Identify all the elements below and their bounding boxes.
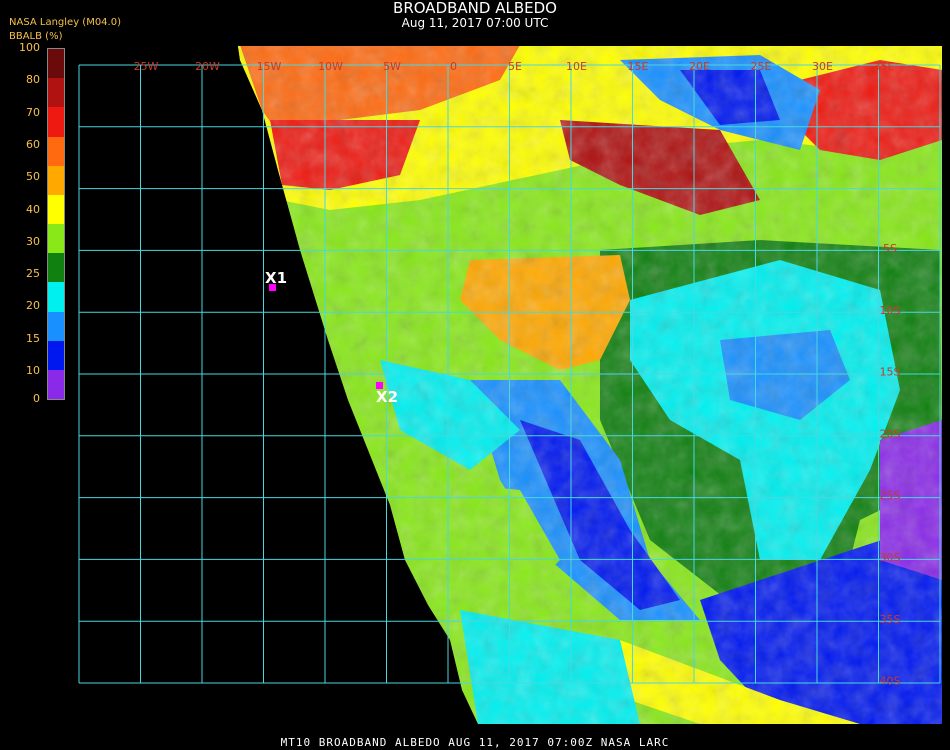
longitude-label: 35E [874, 60, 895, 73]
latitude-label: 15S [880, 366, 901, 379]
albedo-swath [238, 46, 942, 724]
longitude-label: 5E [508, 60, 522, 73]
albedo-texture [238, 46, 942, 724]
satellite-map: 25W 20W 15W 10W 5W 0 5E 10E 15E 20E 25E 30E 35E 5S 10S… [78, 46, 942, 724]
longitude-label: 15E [628, 60, 649, 73]
latitude-label: 40S [880, 675, 901, 688]
product-footer: MT10 BROADBAND ALBEDO AUG 11, 2017 07:00… [280, 736, 670, 749]
site-marker-label: X1 [265, 269, 287, 287]
latitude-label: 25S [880, 489, 901, 502]
longitude-label: 25E [751, 60, 772, 73]
longitude-label: 20W [195, 60, 220, 73]
latitude-label: 5S [883, 242, 897, 255]
longitude-label: 20E [689, 60, 710, 73]
longitude-label: 0 [450, 60, 457, 73]
longitude-label: 30E [812, 60, 833, 73]
longitude-label: 10E [566, 60, 587, 73]
latitude-label: 30S [880, 551, 901, 564]
latitude-label: 20S [880, 427, 901, 440]
site-marker-label: X2 [376, 388, 398, 406]
longitude-label: 25W [134, 60, 159, 73]
longitude-label: 15W [257, 60, 282, 73]
longitude-label: 5W [383, 60, 401, 73]
longitude-label: 10W [318, 60, 343, 73]
latitude-label: 35S [880, 613, 901, 626]
latitude-label: 10S [880, 304, 901, 317]
